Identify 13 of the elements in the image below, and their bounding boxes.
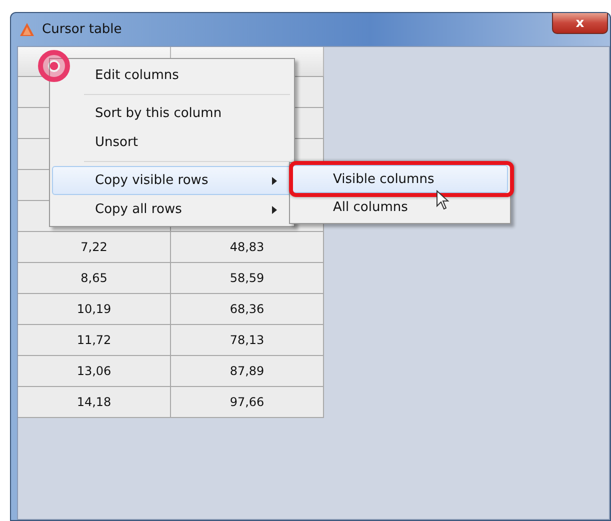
table-cell: 14,18 [18,387,171,418]
window-title: Cursor table [42,22,122,37]
table-cell: 13,06 [18,356,171,387]
table-cell: 10,19 [18,294,171,325]
table-cell: 87,89 [171,356,324,387]
table-cell: 68,36 [171,294,324,325]
table-cell: 48,83 [171,232,324,263]
table-cell: 97,66 [171,387,324,418]
table-cell: 78,13 [171,325,324,356]
table-cell: 58,59 [171,263,324,294]
table-cell: 7,22 [18,232,171,263]
table-cell: 8,65 [18,263,171,294]
table-cell: 11,72 [18,325,171,356]
